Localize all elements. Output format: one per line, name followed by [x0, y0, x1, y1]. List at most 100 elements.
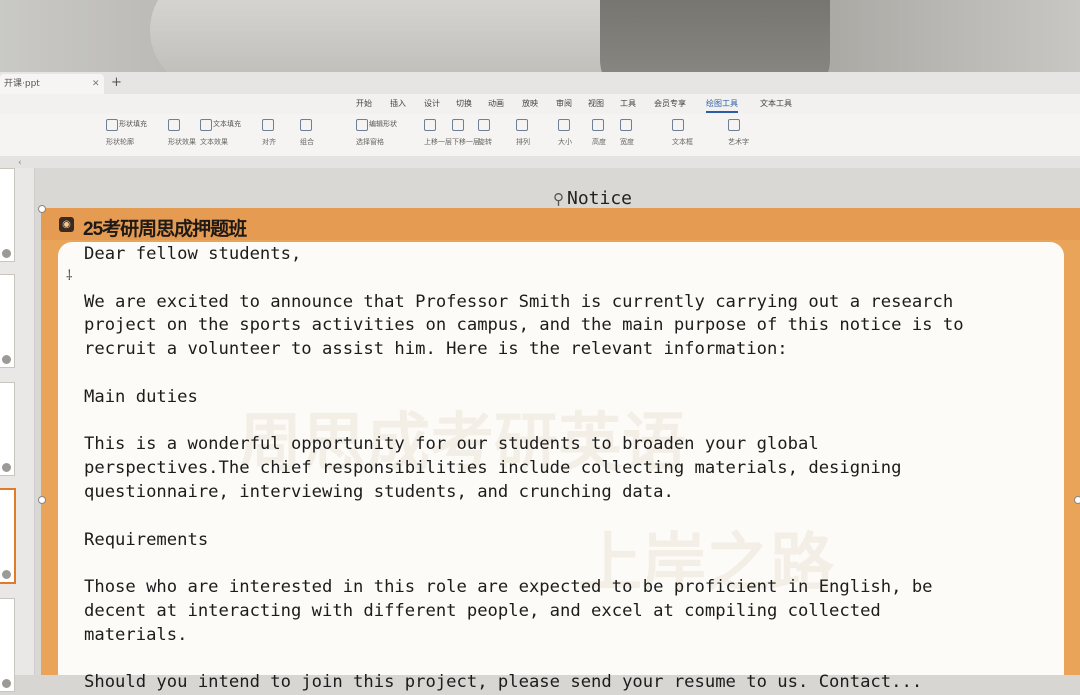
text-line: We are excited to announce that Professo…: [84, 291, 954, 312]
tool-icon: [672, 119, 684, 131]
resize-handle[interactable]: [38, 205, 46, 213]
menu-item[interactable]: 切换: [456, 97, 472, 111]
text-cursor-icon: ⸸: [66, 268, 73, 284]
slide-title: 25考研周思成押题班: [59, 214, 247, 240]
tool-icon: [262, 119, 274, 131]
tool-icon: [300, 119, 312, 131]
menu-item[interactable]: 开始: [356, 97, 372, 111]
text-line: [84, 552, 1044, 576]
text-line: Requirements: [84, 529, 209, 550]
slide-thumbnail-panel: [0, 168, 35, 692]
text-line: [84, 267, 1044, 291]
text-line: decent at interacting with different peo…: [84, 600, 881, 621]
avatar-icon: [2, 679, 11, 688]
ribbon-button-label: 选择窗格: [356, 138, 384, 146]
ribbon-button-label: 大小: [558, 138, 572, 146]
menu-item[interactable]: 放映: [522, 97, 538, 111]
menu-item[interactable]: 设计: [424, 97, 440, 111]
text-line: [84, 505, 1044, 529]
video-shape-left: [150, 0, 620, 72]
text-line: [84, 648, 1044, 672]
tool-icon: [168, 119, 180, 131]
ribbon-button[interactable]: 宽度: [620, 117, 666, 153]
video-shape-right: [600, 0, 830, 72]
text-line: recruit a volunteer to assist him. Here …: [84, 339, 788, 360]
text-line: perspectives.The chief responsibilities …: [84, 458, 902, 479]
ribbon-button-label: 宽度: [620, 138, 634, 146]
ribbon-button-label: 形状效果: [168, 138, 196, 146]
ribbon-button-label: 形状填充: [119, 120, 147, 128]
menu-item[interactable]: 动画: [488, 97, 504, 111]
notice-heading[interactable]: ⚲ Notice: [553, 188, 632, 210]
notice-body-text[interactable]: Dear fellow students, We are excited to a…: [84, 243, 1044, 695]
ribbon-button-label: 艺术字: [728, 138, 749, 146]
ribbon-button[interactable]: 文本填充文本效果: [200, 117, 246, 153]
avatar-icon: [2, 463, 11, 472]
text-line: materials.: [84, 624, 188, 645]
tool-icon: [424, 119, 436, 131]
ribbon-button[interactable]: 组合: [300, 117, 346, 153]
menu-item[interactable]: 工具: [620, 97, 636, 111]
ribbon-button[interactable]: 艺术字: [728, 117, 774, 153]
text-line: Main duties: [84, 386, 198, 407]
text-line: [84, 362, 1044, 386]
rotate-handle-icon[interactable]: ⚲: [553, 190, 564, 208]
avatar-icon: [2, 249, 11, 258]
tool-icon: [558, 119, 570, 131]
slide-title-text: 25考研周思成押题班: [83, 219, 247, 240]
text-line: This is a wonderful opportunity for our …: [84, 434, 819, 455]
text-line: Dear fellow students,: [84, 244, 302, 264]
tool-icon: [356, 119, 368, 131]
ribbon-button-label: 组合: [300, 138, 314, 146]
ribbon-button-label: 文本效果: [200, 138, 228, 146]
collapse-panel-icon[interactable]: ‹: [18, 158, 22, 168]
ribbon-button-label: 文本填充: [213, 120, 241, 128]
resize-handle[interactable]: [38, 496, 46, 504]
ribbon-button-label: 对齐: [262, 138, 276, 146]
menu-item[interactable]: 文本工具: [760, 97, 792, 111]
menu-item[interactable]: 会员专享: [654, 97, 686, 111]
slide-thumbnail[interactable]: [0, 168, 15, 262]
tool-icon: [728, 119, 740, 131]
ribbon-button-label: 上移一层: [424, 138, 452, 146]
menu-item[interactable]: 绘图工具: [706, 97, 738, 113]
ribbon-toolbar: 形状填充 形状轮廓 形状效果 文本填充 文本效果 对齐 组合 编辑形状 选择窗格 上移一层 下移一层…: [0, 114, 1080, 157]
ribbon-button-label: 下移一层: [452, 138, 480, 146]
menu-bar: 开始 插入 设计 切换 动画 放映 审阅 视图 工具 会员专享 绘图工具 文本工具: [0, 94, 1080, 114]
tool-icon: [200, 119, 212, 131]
ribbon-button[interactable]: 排列: [516, 117, 562, 153]
resize-handle[interactable]: [1074, 496, 1080, 504]
document-tab[interactable]: 开课·ppt ✕: [0, 74, 104, 94]
slide-thumbnail[interactable]: [0, 274, 15, 368]
text-line: questionnaire, interviewing students, an…: [84, 481, 674, 502]
new-tab-icon[interactable]: +: [111, 75, 122, 90]
ribbon-subbar: [0, 156, 1080, 168]
tool-icon: [478, 119, 490, 131]
ribbon-button[interactable]: 文本框: [672, 117, 718, 153]
avatar-icon: [2, 355, 11, 364]
ribbon-button[interactable]: 编辑形状选择窗格: [356, 117, 402, 153]
ribbon-button-label: 文本框: [672, 138, 693, 146]
text-line: project on the sports activities on camp…: [84, 315, 964, 336]
ribbon-button-label: 排列: [516, 138, 530, 146]
ribbon-button-label: 高度: [592, 138, 606, 146]
menu-item[interactable]: 插入: [390, 97, 406, 111]
close-icon[interactable]: ✕: [92, 74, 100, 94]
slide-thumbnail-selected[interactable]: [0, 488, 16, 584]
slide-thumbnail[interactable]: [0, 598, 15, 692]
ribbon-button-label: 编辑形状: [369, 120, 397, 128]
ribbon-button-label: 形状轮廓: [106, 138, 134, 146]
tool-icon: [516, 119, 528, 131]
video-overlay: [0, 0, 1080, 72]
ribbon-button[interactable]: 形状填充形状轮廓: [106, 117, 152, 153]
tool-icon: [592, 119, 604, 131]
slide-thumbnail[interactable]: [0, 382, 15, 476]
tool-icon: [620, 119, 632, 131]
document-tabstrip: 开课·ppt ✕ +: [0, 72, 1080, 95]
tool-icon: [452, 119, 464, 131]
menu-item[interactable]: 审阅: [556, 97, 572, 111]
ribbon-button-label: 旋转: [478, 138, 492, 146]
menu-item[interactable]: 视图: [588, 97, 604, 111]
avatar-icon: [2, 570, 11, 579]
tool-icon: [106, 119, 118, 131]
